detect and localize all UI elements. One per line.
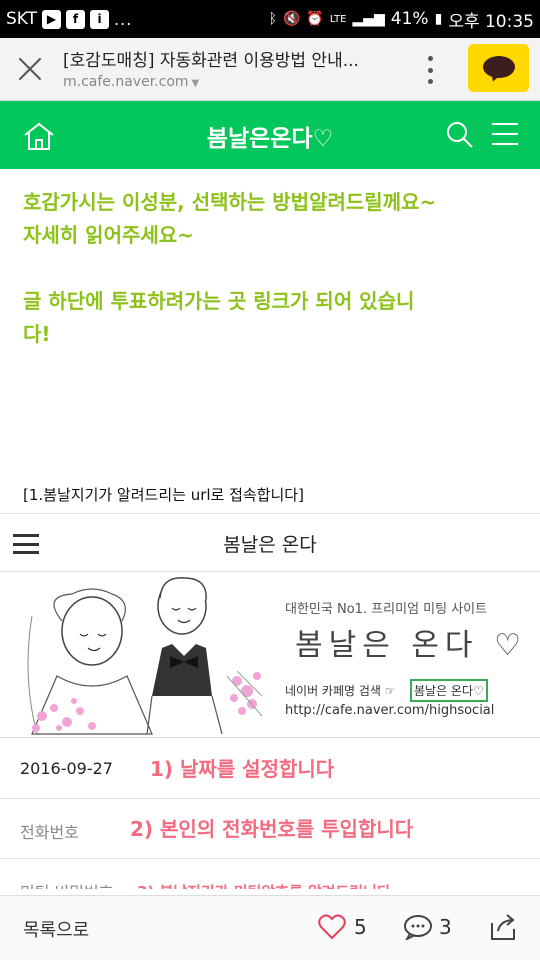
youtube-icon: ▶: [42, 9, 62, 29]
date-row: 2016-09-27 1) 날짜를 설정합니다: [0, 739, 540, 799]
url-text: m.cafe.naver.com: [63, 74, 189, 90]
couple-illustration: [27, 577, 263, 735]
search-icon[interactable]: [446, 121, 474, 149]
battery-icon: ▮: [434, 11, 443, 27]
close-icon[interactable]: [16, 55, 44, 83]
embed-title: 봄날은 온다: [223, 534, 317, 556]
kakaotalk-share-button[interactable]: [468, 44, 529, 92]
status-bar: SKT ▶ f i ... ᛒ 🔇 ⏰ LTE ▂▄▆ 41% ▮ 오후 10:…: [0, 0, 540, 38]
comment-count: 3: [439, 915, 452, 939]
facebook-icon: f: [66, 9, 86, 29]
browser-toolbar: [호감도매칭] 자동화관련 이용방법 안내... m.cafe.naver.co…: [0, 38, 540, 101]
post-line: 호감가시는 이성분, 선택하는 방법알려드릴께요~: [23, 190, 437, 214]
info-icon: i: [90, 9, 110, 29]
alarm-icon: ⏰: [306, 11, 324, 27]
post-body: 호감가시는 이성분, 선택하는 방법알려드릴께요~ 자세히 읽어주세요~ 글 하…: [23, 186, 523, 351]
browser-url[interactable]: m.cafe.naver.com ▼: [63, 74, 199, 90]
banner-title: 봄날은 온다 ♡: [295, 628, 527, 663]
instruction-note: 1) 날짜를 설정합니다: [150, 757, 335, 781]
banner-search-hint: 네이버 카페명 검색 ☞: [285, 684, 396, 698]
instruction-note: 3) 봄날지기가 미팅암호를 알려드립니다: [137, 881, 391, 889]
chat-bubble-icon: [483, 56, 515, 78]
back-to-list-button[interactable]: 목록으로: [23, 916, 89, 942]
image-caption: [1.봄날지기가 알려드리는 url로 접속합니다]: [23, 486, 304, 504]
banner-url: http://cafe.naver.com/highsocial: [285, 703, 495, 718]
comment-button[interactable]: 3: [403, 914, 452, 940]
like-button[interactable]: 5: [318, 914, 367, 940]
more-options-icon[interactable]: [426, 56, 434, 84]
post-line: 다!: [23, 322, 51, 346]
more-notifications: ...: [114, 9, 133, 29]
instruction-note: 2) 본인의 전화번호를 투입합니다: [130, 817, 414, 841]
browser-page-title[interactable]: [호감도매칭] 자동화관련 이용방법 안내...: [63, 46, 398, 71]
site-banner: 대한민국 No1. 프리미엄 미팅 사이트 봄날은 온다 ♡ 네이버 카페명 검…: [0, 572, 540, 738]
bottom-bar: 목록으로 5 3: [0, 895, 540, 960]
post-line: 글 하단에 투표하려가는 곳 링크가 되어 있습니: [23, 289, 415, 313]
phone-label: 전화번호: [20, 823, 79, 842]
battery-percent: 41%: [390, 9, 429, 29]
menu-icon[interactable]: [492, 123, 518, 145]
clock: 오후 10:35: [448, 11, 534, 32]
chevron-down-icon: ▼: [191, 78, 200, 89]
bluetooth-icon: ᛒ: [268, 11, 277, 27]
mute-icon: 🔇: [282, 11, 301, 27]
share-icon[interactable]: [488, 913, 518, 941]
password-row: 미팅 비밀번호 3) 봄날지기가 미팅암호를 알려드립니다: [0, 859, 540, 889]
cafe-header: 봄날은온다♡: [0, 101, 540, 169]
lte-indicator: LTE: [329, 13, 347, 25]
embedded-screenshot: 봄날은 온다 대한민국 No1. 프리미엄 미팅 사이트 봄날은 온다 ♡ 네이…: [0, 513, 540, 889]
comment-icon: [404, 915, 432, 940]
post-line: 자세히 읽어주세요~: [23, 223, 194, 247]
banner-keyword: 봄날은 온다♡: [410, 679, 488, 702]
heart-icon: [318, 914, 346, 940]
embed-header: 봄날은 온다: [0, 514, 540, 572]
phone-row: 전화번호 2) 본인의 전화번호를 투입합니다: [0, 799, 540, 859]
password-label: 미팅 비밀번호: [20, 879, 113, 889]
date-value: 2016-09-27: [20, 759, 113, 778]
carrier-label: SKT: [6, 9, 38, 29]
signal-icon: ▂▄▆: [352, 11, 385, 27]
banner-subtitle: 대한민국 No1. 프리미엄 미팅 사이트: [285, 602, 488, 617]
like-count: 5: [354, 915, 367, 939]
